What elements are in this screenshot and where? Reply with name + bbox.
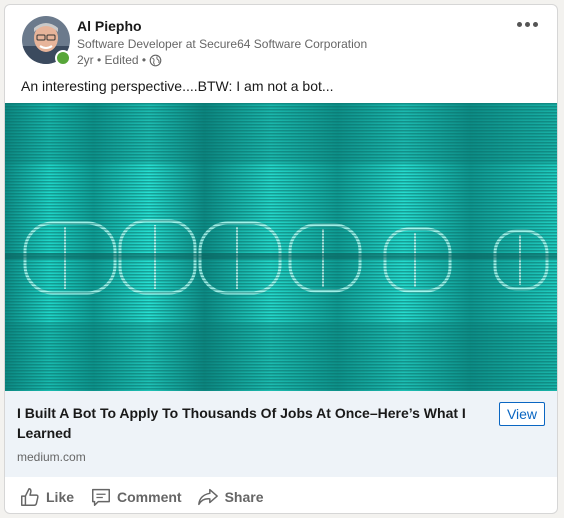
article-preview[interactable]: I Built A Bot To Apply To Thousands Of J… <box>5 391 557 477</box>
post-commentary: An interesting perspective....BTW: I am … <box>21 78 334 94</box>
online-status-indicator <box>55 50 71 66</box>
article-image[interactable] <box>5 103 557 391</box>
article-source: medium.com <box>17 450 86 464</box>
article-title[interactable]: I Built A Bot To Apply To Thousands Of J… <box>17 403 477 443</box>
like-button[interactable]: Like <box>19 479 75 513</box>
post-meta: 2yr • Edited • <box>77 53 162 67</box>
share-button[interactable]: Share <box>196 479 264 513</box>
author-name[interactable]: Al Piepho <box>77 18 142 34</box>
comment-button[interactable]: Comment <box>90 479 182 513</box>
like-label: Like <box>46 489 75 505</box>
share-label: Share <box>224 489 264 505</box>
comment-icon <box>90 486 112 508</box>
globe-icon <box>149 54 162 67</box>
like-icon <box>19 486 41 508</box>
author-headline: Software Developer at Secure64 Software … <box>77 37 368 51</box>
post-meta-text: 2yr • Edited • <box>77 53 147 67</box>
post-header: Al Piepho Software Developer at Secure64… <box>5 5 557 73</box>
post-actions: Like Comment Share <box>5 479 557 513</box>
share-icon <box>196 486 220 508</box>
feed-post-card: Al Piepho Software Developer at Secure64… <box>4 4 558 514</box>
comment-label: Comment <box>117 489 182 505</box>
more-icon[interactable] <box>513 15 541 33</box>
view-button[interactable]: View <box>499 402 545 426</box>
